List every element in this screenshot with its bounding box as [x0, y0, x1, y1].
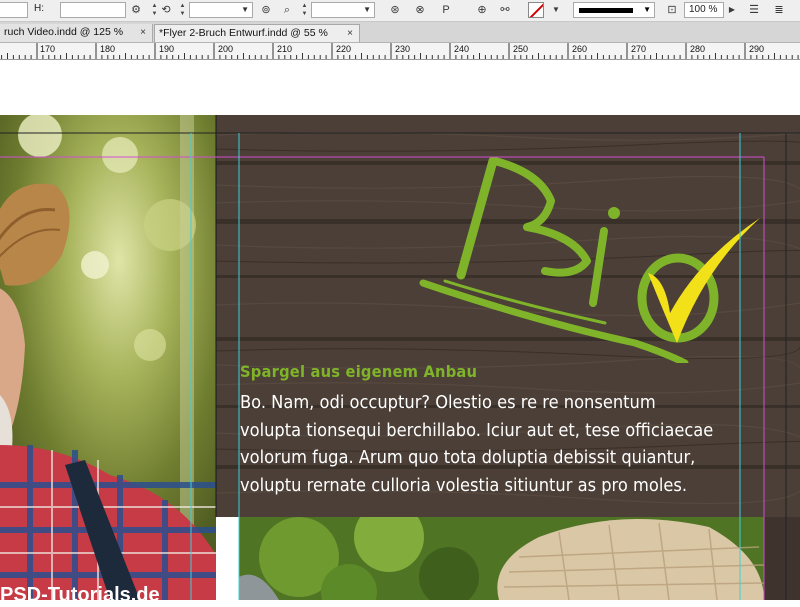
bio-logo-icon[interactable]	[415, 153, 765, 363]
body-text-frame[interactable]: Bo. Nam, odi occuptur? Olestio es re re …	[240, 390, 780, 500]
asparagus-photo[interactable]	[239, 517, 764, 600]
chevron-down-icon: ▼	[241, 5, 249, 14]
constrain-proportions-icon[interactable]: ⚙	[128, 2, 144, 18]
select-container-icon[interactable]: ⊕	[474, 2, 490, 18]
close-icon[interactable]: ×	[140, 24, 146, 41]
farmer-image	[0, 115, 216, 600]
ruler-label: 250	[513, 44, 529, 54]
control-bar: H: ⚙ ▲ ▼ ⟲ ▲ ▼ ▼ ⊚ ⌕ ▲ ▼ ▼ ⊛ ⊗ P ⊕ ⚯ ▼ ▼ ⊡ …	[0, 0, 800, 22]
rotate-angle-dropdown[interactable]: ▼	[189, 2, 253, 18]
opacity-menu-icon[interactable]: ▶	[724, 2, 740, 18]
asparagus-image	[239, 517, 764, 600]
ruler-label: 270	[631, 44, 647, 54]
ruler-label: 200	[218, 44, 234, 54]
close-icon[interactable]: ×	[347, 25, 353, 42]
shear-angle-stepper[interactable]: ▲ ▼	[178, 2, 187, 18]
stroke-swatch-icon[interactable]	[528, 2, 544, 18]
shear-angle-dropdown[interactable]: ▼	[311, 2, 375, 18]
tab-label: ruch Video.indd @ 125 %	[4, 26, 124, 38]
align-icon[interactable]: ≣	[771, 2, 787, 18]
chevron-down-icon: ▼	[363, 5, 371, 14]
ruler-label: 210	[277, 44, 293, 54]
shear-icon[interactable]: ⌕	[279, 2, 295, 18]
watermark-text: PSD-Tutorials.de	[0, 584, 160, 606]
tab-bruch-video[interactable]: ruch Video.indd @ 125 % ×	[0, 24, 153, 42]
tab-label: *Flyer 2-Bruch Entwurf.indd @ 55 %	[159, 27, 328, 39]
stroke-weight-dropdown[interactable]: ▼	[573, 2, 655, 18]
select-content-icon[interactable]: ⚯	[497, 2, 513, 18]
shear-stepper[interactable]: ▲ ▼	[300, 2, 309, 18]
rotate-icon: ⟲	[161, 4, 171, 16]
tab-flyer-entwurf[interactable]: *Flyer 2-Bruch Entwurf.indd @ 55 % ×	[154, 24, 360, 42]
ruler-label: 170	[40, 44, 56, 54]
stroke-line-preview	[579, 8, 633, 13]
opacity-field[interactable]: 100 %	[684, 2, 724, 18]
flip-horizontal-icon[interactable]: ⊛	[387, 2, 403, 18]
body-text-line: voluptu rernate culloria volestia sitiun…	[240, 475, 688, 496]
rotate-90-icon[interactable]: ⊚	[258, 2, 274, 18]
ruler-label: 180	[100, 44, 116, 54]
body-text-line: volupta tionsequi berchillabo. Iciur aut…	[240, 420, 714, 441]
chevron-down-icon: ▼	[643, 5, 651, 14]
ruler-label: 240	[454, 44, 470, 54]
swatch-menu-icon[interactable]: ▼	[548, 2, 564, 18]
pasteboard[interactable]: Spargel aus eigenem Anbau Bo. Nam, odi o…	[0, 60, 800, 606]
ruler-label: 220	[336, 44, 352, 54]
wood-background-strip	[764, 517, 800, 600]
body-text-line: volorum fuga. Arum quo tota doluptia deb…	[240, 448, 696, 468]
farmer-photo[interactable]	[0, 115, 216, 600]
ruler-label: 190	[159, 44, 175, 54]
horizontal-ruler[interactable]: 170 180 190 200 210 220 230 240 250 260 …	[0, 43, 800, 60]
body-text-line: Bo. Nam, odi occuptur? Olestio es re re …	[240, 393, 656, 413]
headline[interactable]: Spargel aus eigenem Anbau	[240, 362, 477, 381]
height-label: H:	[34, 3, 44, 14]
document-tab-bar: ruch Video.indd @ 125 % × *Flyer 2-Bruch…	[0, 22, 800, 43]
opacity-icon: ⊡	[667, 4, 677, 16]
width-field[interactable]	[0, 2, 28, 18]
ruler-label: 230	[395, 44, 411, 54]
flip-vertical-icon[interactable]: ⊗	[412, 2, 428, 18]
ruler-label: 290	[749, 44, 765, 54]
ruler-label: 280	[690, 44, 706, 54]
height-field[interactable]	[60, 2, 126, 18]
text-wrap-icon[interactable]: ☰	[746, 2, 762, 18]
paragraph-icon[interactable]: P	[438, 2, 454, 18]
ruler-label: 260	[572, 44, 588, 54]
